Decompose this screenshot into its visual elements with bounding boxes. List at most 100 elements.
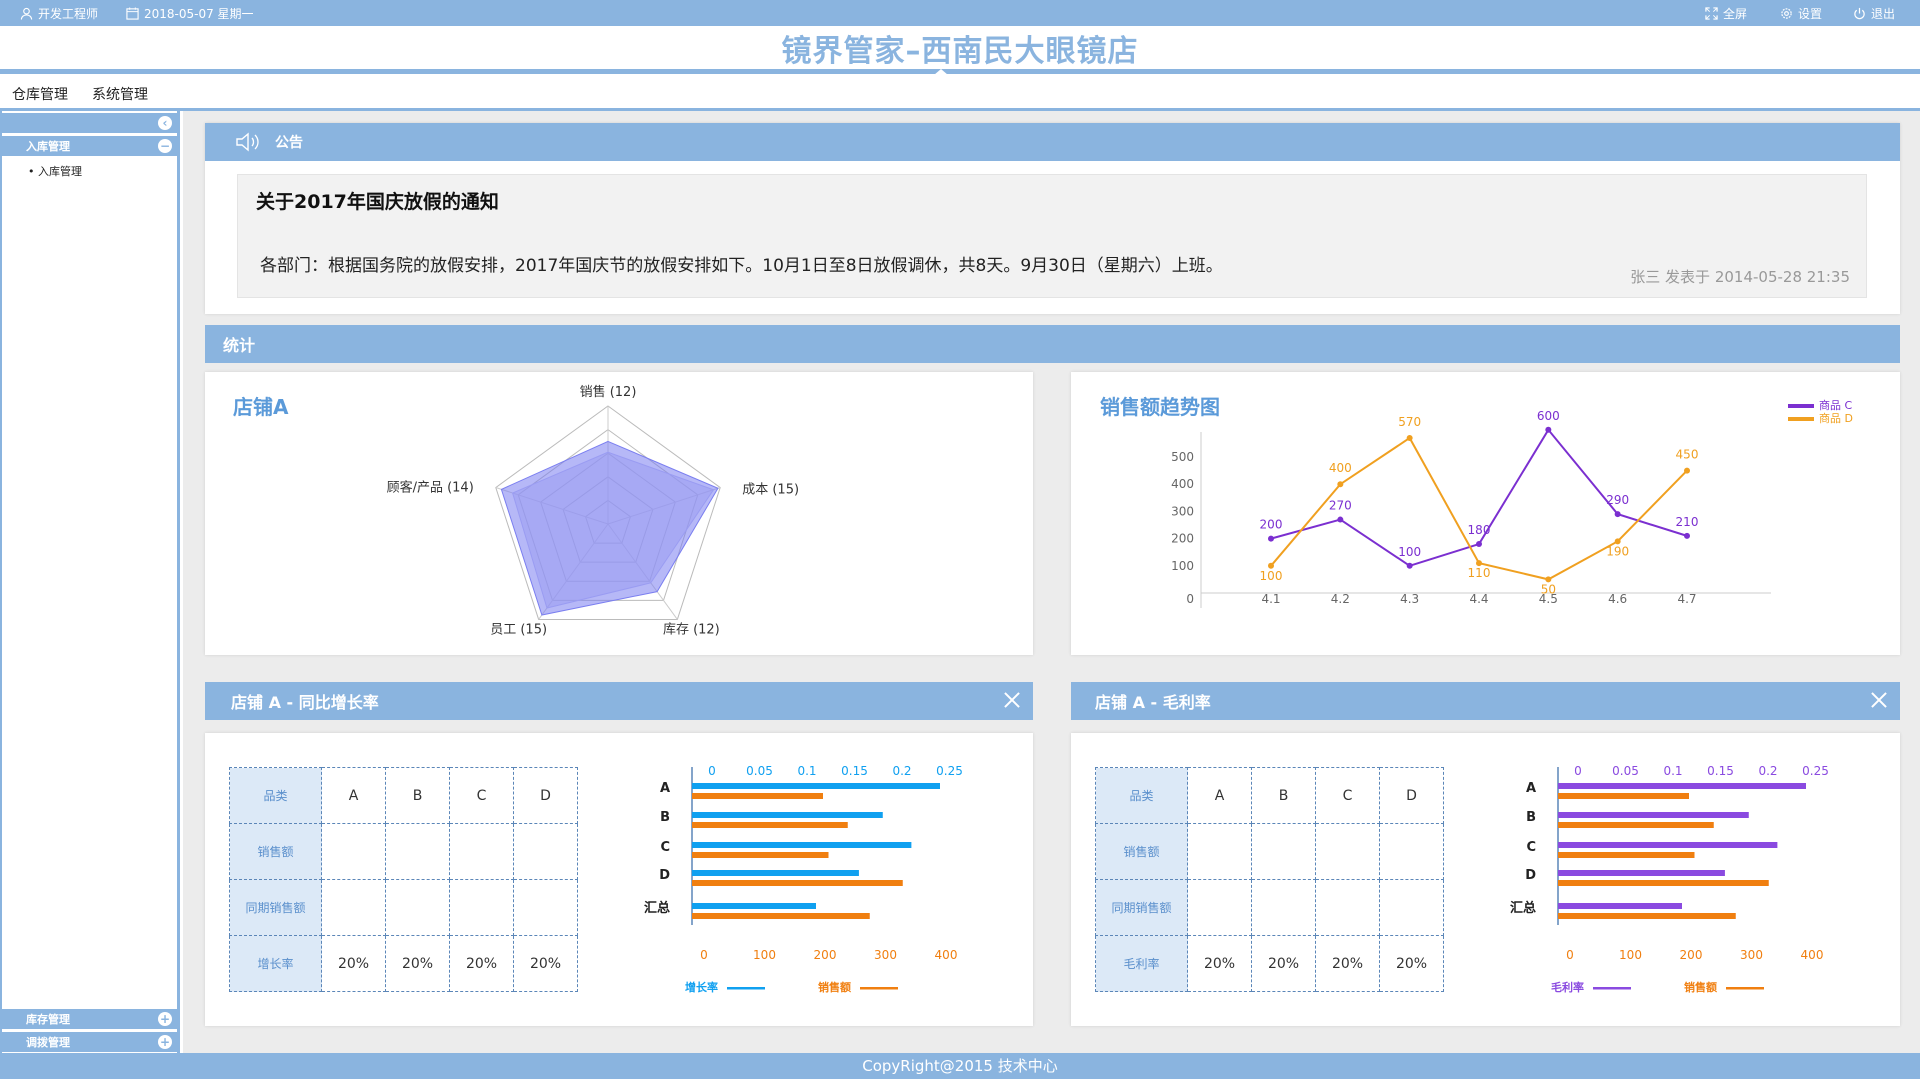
radar-card: 店铺A 销售 (12) 成本 (15) 库存 (12) 员工 (15) 顾客/产品 (1… xyxy=(205,372,1033,655)
radar-indicator-label: 库存 (12) xyxy=(663,621,720,637)
bar-rate xyxy=(1558,783,1806,789)
notice-meta: 张三 发表于 2014-05-28 21:35 xyxy=(1630,268,1850,286)
collapse-minus-icon[interactable]: − xyxy=(158,139,172,153)
top-axis-tick-label: 0.15 xyxy=(841,764,868,778)
bar-category-label: D xyxy=(659,868,670,883)
bar-legend-swatch xyxy=(727,987,765,990)
bar-sales xyxy=(1558,880,1769,886)
bottom-axis-tick-label: 300 xyxy=(874,948,897,962)
line-data-label: 110 xyxy=(1468,566,1491,580)
calendar-icon xyxy=(126,6,139,20)
bar-legend-label: 销售额 xyxy=(818,980,851,994)
bar-category-label: C xyxy=(1526,840,1536,855)
margin-card: 品类 A B C D 销售额 同期销售额 毛利率 20% 20% 20% 20% xyxy=(1071,733,1900,1026)
bottom-axis-tick-label: 300 xyxy=(1740,948,1763,962)
power-icon xyxy=(1854,7,1865,19)
sidebar-item-inbound[interactable]: • 入库管理 xyxy=(28,163,82,179)
x-tick-label: 4.2 xyxy=(1331,592,1350,606)
line-data-label: 100 xyxy=(1260,569,1283,583)
chevron-left-icon[interactable]: ‹ xyxy=(158,116,172,130)
top-axis-tick-label: 0.2 xyxy=(1758,764,1777,778)
bar-sales xyxy=(1558,822,1714,828)
legend-label: 商品 D xyxy=(1819,411,1853,425)
sidebar-group-transfer[interactable]: 调拨管理 + xyxy=(2,1032,178,1052)
current-date: 2018-05-07 星期一 xyxy=(144,6,254,21)
x-tick-label: 4.3 xyxy=(1400,592,1419,606)
bar-category-label: A xyxy=(660,781,670,796)
bar-sales xyxy=(692,822,848,828)
menu-system[interactable]: 系统管理 xyxy=(80,84,160,104)
fullscreen-icon xyxy=(1705,6,1718,20)
bar-rate xyxy=(1558,842,1778,848)
footer: CopyRight@2015 技术中心 xyxy=(0,1053,1920,1079)
line-data-label: 50 xyxy=(1541,582,1556,596)
menu-warehouse[interactable]: 仓库管理 xyxy=(0,84,80,104)
notice-header-label: 公告 xyxy=(275,135,303,151)
close-icon[interactable] xyxy=(1868,689,1890,711)
line-data-point xyxy=(1406,562,1413,569)
line-data-point xyxy=(1614,511,1621,518)
line-data-label: 190 xyxy=(1606,544,1629,558)
y-tick-label: 100 xyxy=(1171,559,1194,573)
sidebar-group-stock[interactable]: 库存管理 + xyxy=(2,1009,178,1029)
fullscreen-button[interactable]: 全屏 xyxy=(1705,0,1747,26)
legend-swatch xyxy=(1788,404,1814,408)
top-axis-tick-label: 0.2 xyxy=(892,764,911,778)
bar-sales xyxy=(1558,793,1689,799)
notice-title[interactable]: 关于2017年国庆放假的通知 xyxy=(256,187,499,214)
stats-header-label: 统计 xyxy=(223,336,256,355)
sidebar-group-label: 入库管理 xyxy=(26,140,70,153)
app-title: 镜界管家–西南民大眼镜店 xyxy=(781,33,1139,69)
x-tick-label: 4.6 xyxy=(1608,592,1627,606)
line-data-label: 290 xyxy=(1606,493,1629,507)
user-info[interactable]: 开发工程师 xyxy=(20,0,98,26)
top-axis-tick-label: 0.05 xyxy=(1612,764,1639,778)
bar-sales xyxy=(692,880,903,886)
sidebar-item-label: 入库管理 xyxy=(38,165,82,178)
collapse-caret-icon[interactable] xyxy=(934,69,948,75)
radar-indicator-label: 顾客/产品 (14) xyxy=(387,480,474,496)
bar-sales xyxy=(1558,852,1695,858)
expand-plus-icon[interactable]: + xyxy=(158,1035,172,1049)
bottom-axis-tick-label: 200 xyxy=(1680,948,1703,962)
bar-rate xyxy=(1558,812,1749,818)
y-tick-label: 0 xyxy=(1186,592,1194,606)
line-data-label: 570 xyxy=(1398,415,1421,429)
top-bar: 开发工程师 2018-05-07 星期一 全屏 设置 退出 xyxy=(0,0,1920,26)
radar-indicator-label: 员工 (15) xyxy=(490,622,547,637)
bar-rate xyxy=(692,812,883,818)
expand-plus-icon[interactable]: + xyxy=(158,1012,172,1026)
bar-rate xyxy=(692,783,940,789)
bar-category-label: B xyxy=(1526,810,1536,825)
sidebar-toggle[interactable]: ‹ xyxy=(2,113,178,133)
radar-indicator-label: 销售 (12) xyxy=(580,384,637,400)
bar-category-label: A xyxy=(1526,781,1536,796)
bottom-axis-tick-label: 100 xyxy=(753,948,776,962)
close-icon[interactable] xyxy=(1001,689,1023,711)
settings-button[interactable]: 设置 xyxy=(1780,0,1822,26)
line-data-point xyxy=(1476,541,1482,548)
top-axis-tick-label: 0.05 xyxy=(746,764,773,778)
sidebar: ‹ 入库管理 − • 入库管理 库存管理 + 调拨管理 + xyxy=(0,111,180,1053)
line-data-point xyxy=(1684,532,1690,539)
top-axis-tick-label: 0.25 xyxy=(1802,764,1829,778)
line-data-point xyxy=(1545,426,1552,433)
bar-legend-swatch xyxy=(860,987,898,990)
bar-category-label: B xyxy=(660,810,670,825)
bar-sales xyxy=(1558,913,1736,919)
top-axis-tick-label: 0.25 xyxy=(936,764,963,778)
notice-body: 各部门：根据国务院的放假安排，2017年国庆节的放假安排如下。10月1日至8日放… xyxy=(260,256,1223,276)
main-menu: 仓库管理 系统管理 xyxy=(0,79,1920,111)
bottom-axis-tick-label: 0 xyxy=(1566,948,1574,962)
logout-button[interactable]: 退出 xyxy=(1853,0,1895,26)
line-card: 销售额趋势图 0 100 200 300 400 500 4.1 4.2 4.3 4.4 4.5 4.… xyxy=(1071,372,1900,655)
line-data-label: 180 xyxy=(1468,523,1491,537)
line-data-label: 600 xyxy=(1537,409,1560,423)
speaker-icon xyxy=(236,132,259,152)
y-tick-label: 500 xyxy=(1171,450,1194,464)
user-icon xyxy=(20,7,33,20)
sidebar-group-inbound[interactable]: 入库管理 − xyxy=(2,136,178,156)
bar-rate xyxy=(1558,903,1682,909)
line-data-label: 400 xyxy=(1329,461,1352,475)
logout-label: 退出 xyxy=(1871,6,1896,21)
